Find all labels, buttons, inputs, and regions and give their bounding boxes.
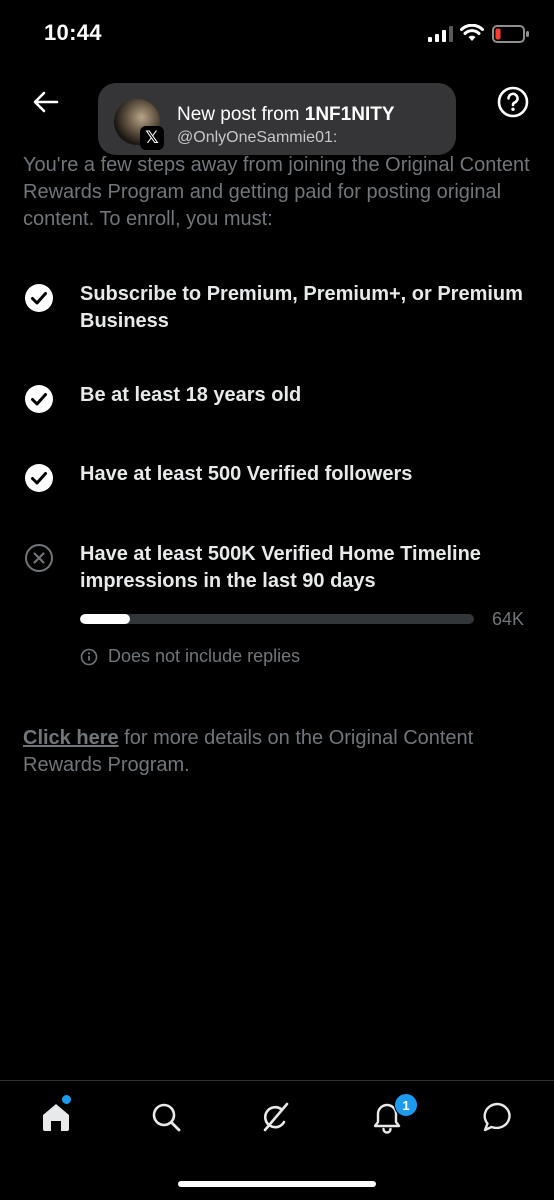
impressions-progress-fill (80, 614, 131, 624)
notification-title-prefix: New post from (177, 104, 305, 125)
nav-home[interactable] (36, 1097, 76, 1137)
message-bubble-icon (483, 1102, 511, 1132)
requirement-text: Have at least 500 Verified followers (80, 463, 413, 485)
battery-icon (492, 25, 529, 43)
push-notification-banner[interactable]: 𝕏 New post from 1NF1NITY @OnlyOneSammie0… (98, 83, 456, 155)
status-time: 10:44 (44, 20, 102, 45)
question-circle-icon (497, 86, 529, 118)
cellular-signal-icon (428, 26, 453, 42)
home-icon (43, 1104, 69, 1131)
home-unread-dot (62, 1095, 71, 1104)
details-line: Click here for more details on the Origi… (23, 725, 533, 779)
impressions-progress-value: 64K (492, 609, 525, 629)
nav-grok[interactable] (256, 1097, 296, 1137)
nav-messages[interactable] (478, 1097, 518, 1137)
back-button[interactable] (28, 84, 64, 120)
requirement-text: Be at least 18 years old (80, 384, 302, 406)
impressions-progress-bar (80, 614, 474, 624)
status-bar: 10:44 (0, 0, 554, 70)
click-here-link[interactable]: Click here (23, 727, 119, 749)
search-icon (152, 1103, 181, 1132)
replies-note: Does not include replies (80, 646, 300, 667)
notification-title: New post from 1NF1NITY (177, 104, 395, 126)
notification-count-badge: 1 (394, 1093, 418, 1117)
replies-note-text: Does not include replies (108, 646, 301, 666)
check-circle-icon (25, 464, 53, 492)
nav-search[interactable] (146, 1097, 186, 1137)
notification-subtitle: @OnlyOneSammie01: (177, 129, 338, 146)
requirement-text: Have at least 500K Verified Home Timelin… (80, 543, 481, 592)
info-circle-icon (80, 648, 98, 665)
x-circle-icon (25, 544, 53, 572)
help-button[interactable] (496, 85, 530, 119)
requirement-text: Subscribe to Premium, Premium+, or Premi… (80, 283, 523, 332)
wifi-icon (460, 24, 484, 41)
home-indicator (178, 1181, 376, 1187)
check-circle-icon (25, 284, 53, 312)
grok-icon (263, 1102, 289, 1132)
notification-title-name: 1NF1NITY (304, 104, 395, 125)
intro-text: You're a few steps away from joining the… (23, 154, 530, 230)
arrow-left-icon (33, 91, 59, 113)
check-circle-icon (25, 385, 53, 413)
x-logo-icon: 𝕏 (140, 126, 164, 150)
